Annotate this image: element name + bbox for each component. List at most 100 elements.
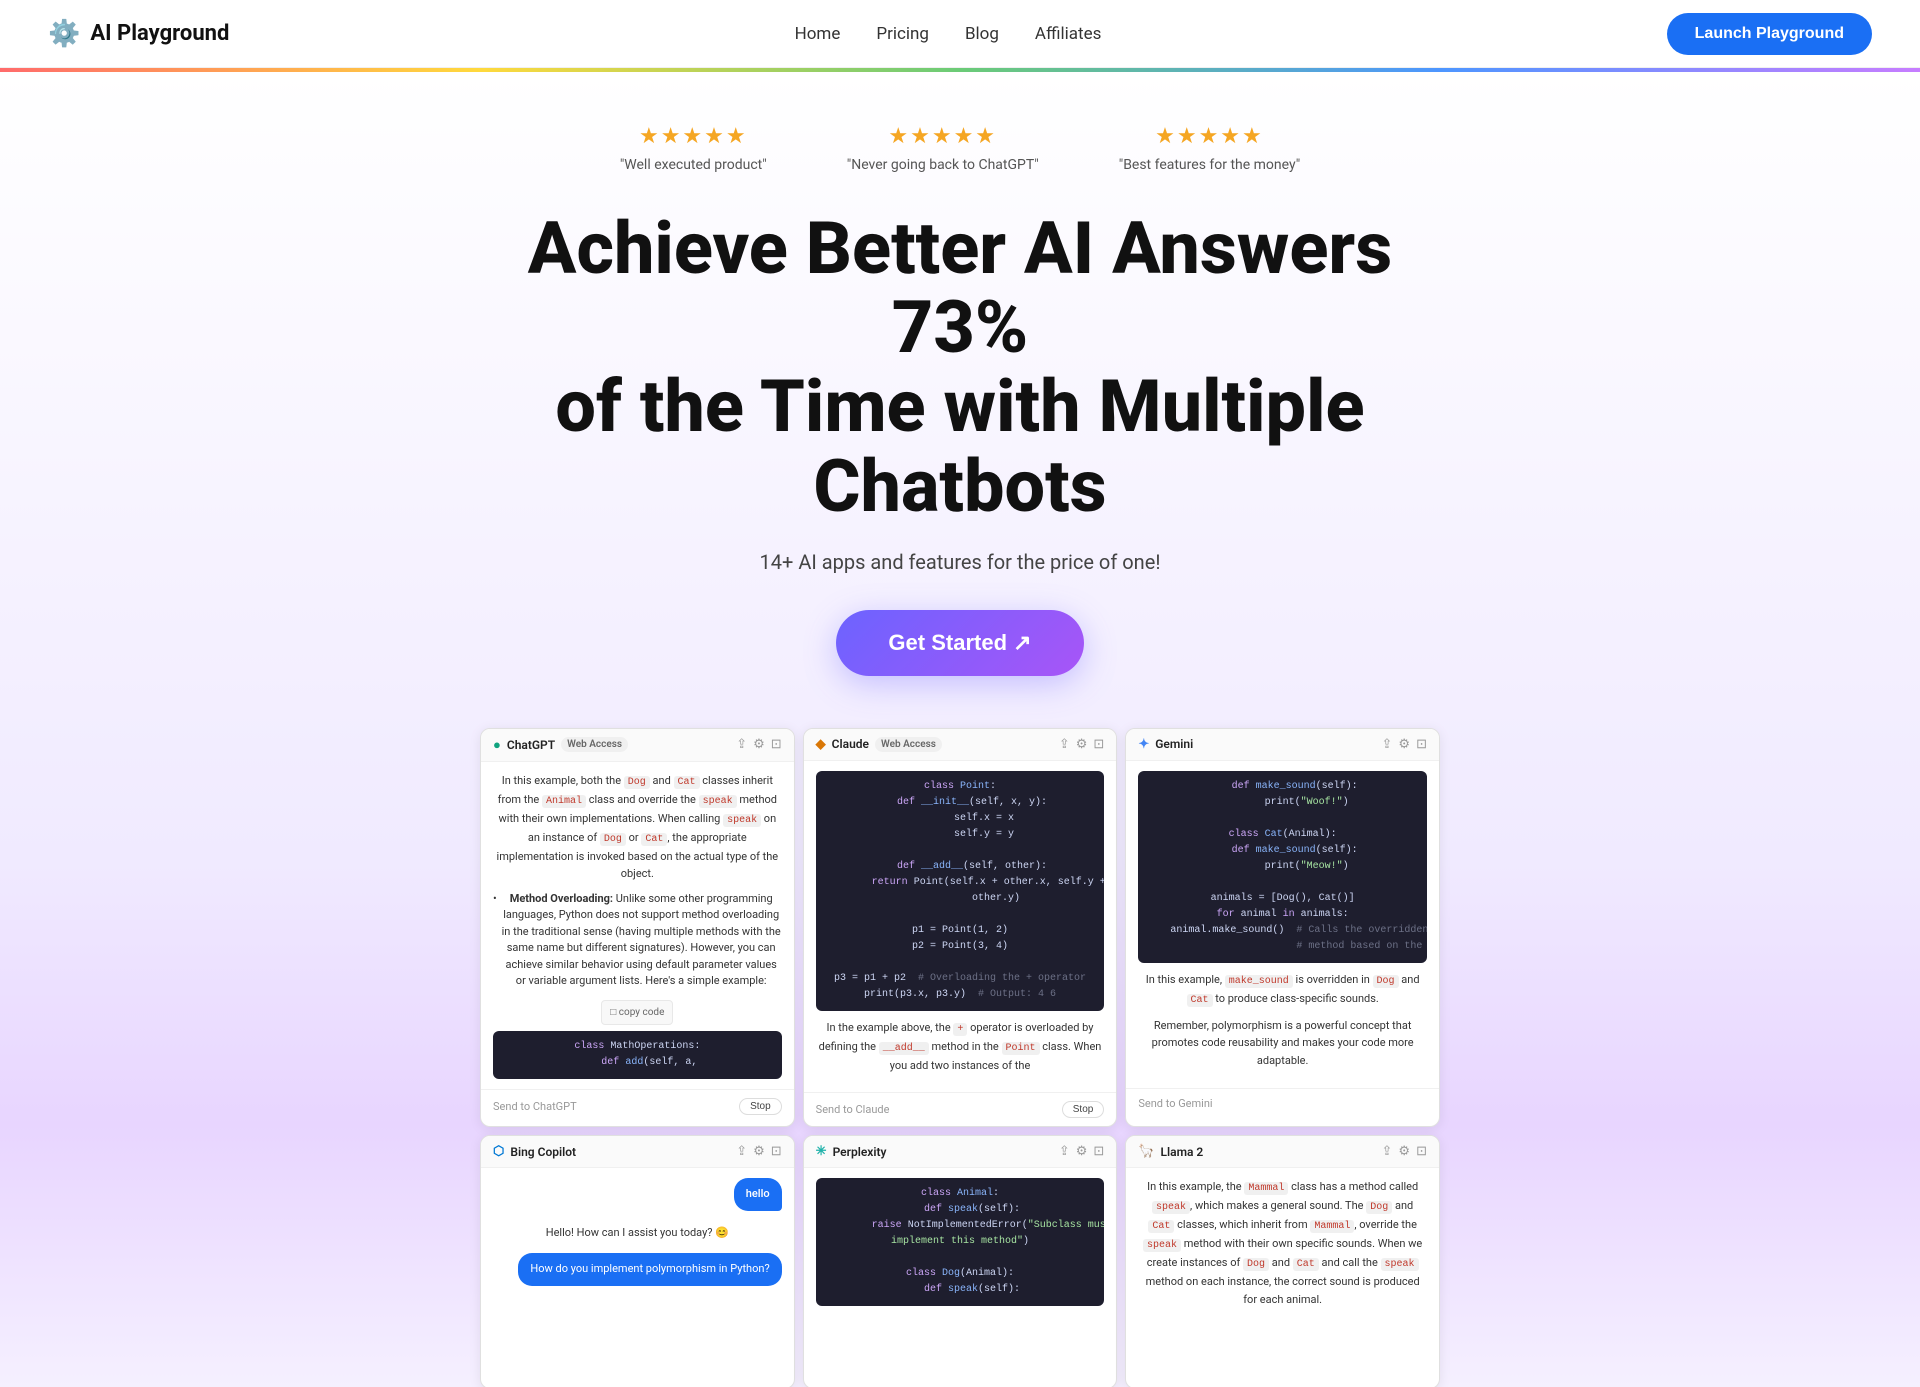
gemini-name: Gemini	[1155, 737, 1193, 751]
hero-headline: Achieve Better AI Answers 73% of the Tim…	[480, 209, 1440, 526]
quote-1: "Well executed product"	[620, 157, 767, 173]
gemini-footer: Send to Gemini	[1126, 1088, 1439, 1118]
settings-icon[interactable]: ⚙	[1398, 737, 1410, 752]
claude-header: ◆ Claude Web Access ⇪ ⚙ ⊡	[804, 729, 1117, 761]
claude-web-badge: Web Access	[875, 737, 942, 752]
perplexity-icon: ✳	[816, 1144, 827, 1159]
stars-3: ★★★★★	[1155, 124, 1264, 149]
perplexity-code: class Animal: def speak(self): raise Not…	[816, 1178, 1105, 1306]
claude-panel: ◆ Claude Web Access ⇪ ⚙ ⊡ class Point: d…	[803, 728, 1118, 1128]
bing-panel: ⬡ Bing Copilot ⇪ ⚙ ⊡ hello Hello! How ca…	[480, 1135, 795, 1387]
nav-link-home[interactable]: Home	[795, 24, 841, 44]
bing-bot-response: Hello! How can I assist you today? 😊	[493, 1225, 782, 1242]
copy-icon[interactable]: ⊡	[1093, 737, 1104, 752]
share-icon[interactable]: ⇪	[736, 737, 747, 752]
gemini-send: Send to Gemini	[1138, 1097, 1212, 1110]
perplexity-panel: ✳ Perplexity ⇪ ⚙ ⊡ class Animal: def spe…	[803, 1135, 1118, 1387]
logo[interactable]: ⚙️ AI Playground	[48, 19, 229, 49]
copy-icon[interactable]: ⊡	[771, 737, 782, 752]
chatbot-grid-bottom: ⬡ Bing Copilot ⇪ ⚙ ⊡ hello Hello! How ca…	[480, 1135, 1440, 1387]
claude-name: Claude	[832, 737, 869, 751]
chatgpt-header-actions: ⇪ ⚙ ⊡	[736, 737, 781, 752]
claude-icon: ◆	[816, 737, 826, 752]
perplexity-body: class Animal: def speak(self): raise Not…	[804, 1168, 1117, 1387]
share-icon[interactable]: ⇪	[1059, 737, 1070, 752]
chatgpt-icon: ●	[493, 737, 501, 753]
hero-section: ★★★★★ "Well executed product" ★★★★★ "Nev…	[0, 72, 1920, 1387]
llama-header: 🦙 Llama 2 ⇪ ⚙ ⊡	[1126, 1136, 1439, 1168]
nav-link-affiliates[interactable]: Affiliates	[1035, 24, 1101, 44]
share-icon[interactable]: ⇪	[1059, 1144, 1070, 1159]
gemini-header: ✦ Gemini ⇪ ⚙ ⊡	[1126, 729, 1439, 761]
chatgpt-panel: ● ChatGPT Web Access ⇪ ⚙ ⊡ In this examp…	[480, 728, 795, 1128]
gemini-body: def make_sound(self): print("Woof!") cla…	[1126, 761, 1439, 1088]
share-icon[interactable]: ⇪	[1382, 1144, 1393, 1159]
logo-text: AI Playground	[90, 21, 229, 46]
bing-question-bubble: How do you implement polymorphism in Pyt…	[518, 1253, 781, 1286]
bing-user-bubble: hello	[734, 1178, 782, 1211]
stars-2: ★★★★★	[888, 124, 997, 149]
chatgpt-body: In this example, both the Dog and Cat cl…	[481, 762, 794, 1089]
gemini-header-actions: ⇪ ⚙ ⊡	[1382, 737, 1427, 752]
launch-playground-button[interactable]: Launch Playground	[1667, 13, 1872, 55]
bing-body: hello Hello! How can I assist you today?…	[481, 1168, 794, 1387]
copy-icon[interactable]: ⊡	[1416, 1144, 1427, 1159]
gemini-panel: ✦ Gemini ⇪ ⚙ ⊡ def make_sound(self): pri…	[1125, 728, 1440, 1128]
bing-header: ⬡ Bing Copilot ⇪ ⚙ ⊡	[481, 1136, 794, 1168]
copy-icon[interactable]: ⊡	[1093, 1144, 1104, 1159]
settings-icon[interactable]: ⚙	[753, 1144, 765, 1159]
logo-icon: ⚙️	[48, 19, 80, 49]
bing-header-actions: ⇪ ⚙ ⊡	[736, 1144, 781, 1159]
settings-icon[interactable]: ⚙	[753, 737, 765, 752]
reviews-row: ★★★★★ "Well executed product" ★★★★★ "Nev…	[620, 124, 1300, 173]
get-started-label: Get Started ↗	[888, 630, 1031, 656]
review-1: ★★★★★ "Well executed product"	[620, 124, 767, 173]
claude-send: Send to Claude	[816, 1103, 890, 1116]
stars-1: ★★★★★	[639, 124, 748, 149]
bing-icon: ⬡	[493, 1144, 504, 1159]
quote-2: "Never going back to ChatGPT"	[847, 157, 1039, 173]
llama-panel: 🦙 Llama 2 ⇪ ⚙ ⊡ In this example, the Mam…	[1125, 1135, 1440, 1387]
claude-header-actions: ⇪ ⚙ ⊡	[1059, 737, 1104, 752]
claude-stop-button[interactable]: Stop	[1062, 1101, 1105, 1118]
chatgpt-stop-button[interactable]: Stop	[739, 1098, 782, 1115]
settings-icon[interactable]: ⚙	[1398, 1144, 1410, 1159]
gemini-icon: ✦	[1138, 737, 1149, 752]
quote-3: "Best features for the money"	[1119, 157, 1300, 173]
chatbot-grid-top: ● ChatGPT Web Access ⇪ ⚙ ⊡ In this examp…	[480, 728, 1440, 1128]
claude-footer: Send to Claude Stop	[804, 1092, 1117, 1126]
gemini-code: def make_sound(self): print("Woof!") cla…	[1138, 771, 1427, 963]
perplexity-name: Perplexity	[833, 1145, 887, 1159]
nav-link-blog[interactable]: Blog	[965, 24, 999, 44]
hero-subline: 14+ AI apps and features for the price o…	[760, 550, 1161, 574]
share-icon[interactable]: ⇪	[736, 1144, 747, 1159]
chatgpt-send: Send to ChatGPT	[493, 1100, 577, 1113]
navbar: ⚙️ AI Playground Home Pricing Blog Affil…	[0, 0, 1920, 68]
chatgpt-name: ChatGPT	[507, 738, 555, 752]
review-3: ★★★★★ "Best features for the money"	[1119, 124, 1300, 173]
llama-name: Llama 2	[1161, 1145, 1204, 1159]
copy-code-bar[interactable]: □ copy code	[601, 1000, 673, 1025]
chatgpt-footer: Send to ChatGPT Stop	[481, 1089, 794, 1123]
bing-name: Bing Copilot	[510, 1145, 576, 1159]
llama-body: In this example, the Mammal class has a …	[1126, 1168, 1439, 1387]
settings-icon[interactable]: ⚙	[1076, 1144, 1088, 1159]
perplexity-header-actions: ⇪ ⚙ ⊡	[1059, 1144, 1104, 1159]
nav-link-pricing[interactable]: Pricing	[876, 24, 929, 44]
chatgpt-code: class MathOperations: def add(self, a,	[493, 1031, 782, 1079]
llama-header-actions: ⇪ ⚙ ⊡	[1382, 1144, 1427, 1159]
perplexity-header: ✳ Perplexity ⇪ ⚙ ⊡	[804, 1136, 1117, 1168]
copy-icon[interactable]: ⊡	[1416, 737, 1427, 752]
claude-code: class Point: def __init__(self, x, y): s…	[816, 771, 1105, 1011]
copy-icon[interactable]: ⊡	[771, 1144, 782, 1159]
chatbot-grid-wrapper: ● ChatGPT Web Access ⇪ ⚙ ⊡ In this examp…	[480, 728, 1440, 1387]
get-started-button[interactable]: Get Started ↗	[836, 610, 1083, 676]
share-icon[interactable]: ⇪	[1382, 737, 1393, 752]
review-2: ★★★★★ "Never going back to ChatGPT"	[847, 124, 1039, 173]
settings-icon[interactable]: ⚙	[1076, 737, 1088, 752]
chatgpt-web-badge: Web Access	[561, 737, 628, 752]
chatgpt-header: ● ChatGPT Web Access ⇪ ⚙ ⊡	[481, 729, 794, 762]
llama-icon: 🦙	[1138, 1144, 1154, 1159]
claude-body: class Point: def __init__(self, x, y): s…	[804, 761, 1117, 1093]
nav-links: Home Pricing Blog Affiliates	[795, 24, 1102, 44]
